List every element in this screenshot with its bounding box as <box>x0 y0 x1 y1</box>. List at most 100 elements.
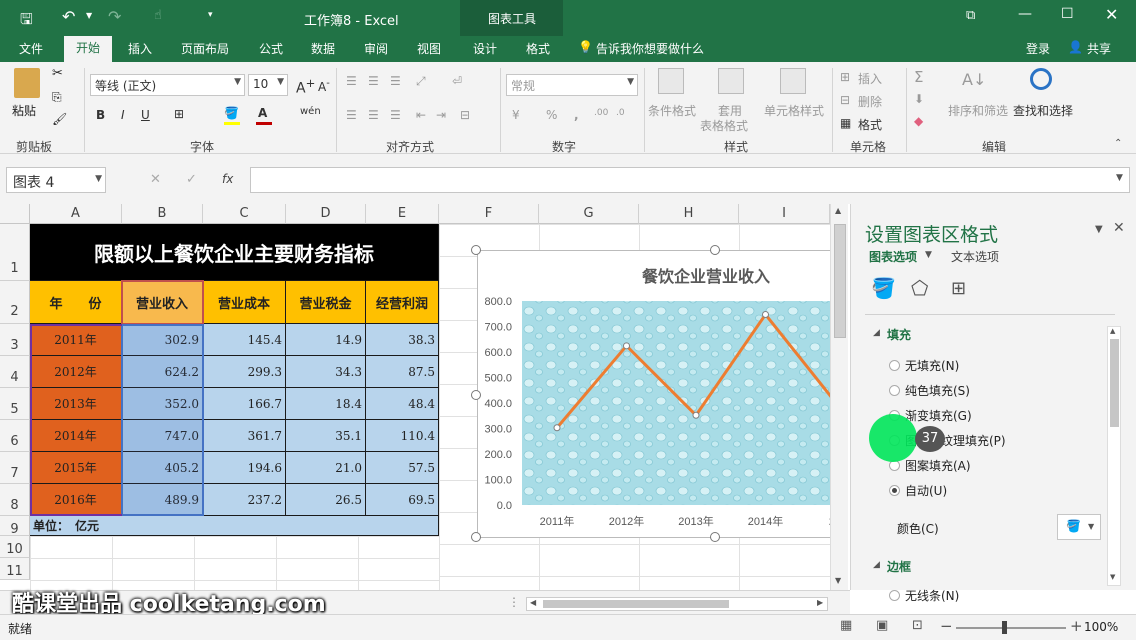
scroll-left-icon[interactable]: ◀ <box>530 598 536 607</box>
ribbon-display-icon[interactable]: ⧉ <box>966 8 975 23</box>
collapse-ribbon-icon[interactable]: ⌃ <box>1114 138 1122 149</box>
cell-tax[interactable]: 18.4 <box>286 388 366 420</box>
find-select-button[interactable]: 查找和选择 <box>1013 102 1073 119</box>
normal-view-icon[interactable]: ▦ <box>840 618 852 633</box>
collapse-icon[interactable]: ◢ <box>873 328 880 338</box>
row-header[interactable]: 2 <box>0 281 30 324</box>
header-year[interactable]: 年 份 <box>30 281 122 324</box>
save-icon[interactable]: 🖫 <box>20 9 33 34</box>
align-bottom-icon[interactable]: ☰ <box>390 74 401 88</box>
zoom-slider-track[interactable] <box>956 627 1066 629</box>
find-select-icon[interactable] <box>1030 68 1052 90</box>
row-header[interactable]: 7 <box>0 452 30 484</box>
tab-chart-options[interactable]: 图表选项 <box>869 248 917 265</box>
tab-home[interactable]: 开始 <box>64 36 112 62</box>
comma-icon[interactable]: , <box>574 108 579 122</box>
data-point[interactable] <box>553 424 561 432</box>
scroll-thumb[interactable] <box>1110 339 1119 427</box>
column-header[interactable]: B <box>122 204 203 224</box>
increase-decimal-icon[interactable]: .00 <box>594 108 608 118</box>
sort-filter-button[interactable]: 排序和筛选 <box>948 102 1008 119</box>
resize-handle[interactable] <box>471 532 481 542</box>
tab-review[interactable]: 审阅 <box>364 40 388 57</box>
cell-cost[interactable]: 194.6 <box>203 452 286 484</box>
cell-profit[interactable]: 38.3 <box>366 324 439 356</box>
zoom-in-icon[interactable]: + <box>1070 617 1083 635</box>
insert-function-icon[interactable]: fx <box>222 172 233 186</box>
data-point[interactable] <box>692 411 700 419</box>
unit-note[interactable]: 单位： 亿元 <box>30 516 439 536</box>
page-break-icon[interactable]: ⊡ <box>912 618 923 633</box>
cell-cost[interactable]: 299.3 <box>203 356 286 388</box>
tab-design[interactable]: 设计 <box>473 40 497 57</box>
option-gradient-fill[interactable]: 渐变填充(G) <box>905 407 972 424</box>
row-header[interactable]: 8 <box>0 484 30 516</box>
row-header[interactable]: 10 <box>0 536 30 558</box>
phonetic-icon[interactable]: wén <box>300 106 321 117</box>
row-header[interactable]: 1 <box>0 224 30 281</box>
cell-tax[interactable]: 14.9 <box>286 324 366 356</box>
format-cells-icon[interactable]: ▦ <box>840 116 851 130</box>
row-header[interactable]: 4 <box>0 356 30 388</box>
copy-icon[interactable]: ⎘ <box>52 90 62 105</box>
undo-icon[interactable]: ↶ <box>62 7 75 26</box>
color-picker-button[interactable]: 🪣 ▼ <box>1057 514 1101 540</box>
cell-profit[interactable]: 69.5 <box>366 484 439 516</box>
bold-button[interactable]: B <box>96 108 105 122</box>
cell-profit[interactable]: 110.4 <box>366 420 439 452</box>
pane-close-icon[interactable]: ✕ <box>1113 220 1125 236</box>
row-header[interactable]: 6 <box>0 420 30 452</box>
column-header[interactable]: E <box>366 204 439 224</box>
merge-icon[interactable]: ⊟ <box>460 108 470 122</box>
maximize-icon[interactable]: ☐ <box>1061 6 1074 22</box>
share-button[interactable]: 共享 <box>1087 40 1111 57</box>
column-header[interactable]: C <box>203 204 286 224</box>
column-header[interactable]: F <box>439 204 539 224</box>
column-header[interactable]: H <box>639 204 739 224</box>
option-automatic[interactable]: 自动(U) <box>905 482 947 499</box>
font-name-combo[interactable]: 等线 (正文) ▼ <box>90 74 245 96</box>
delete-cells-button[interactable]: 删除 <box>858 93 882 110</box>
option-no-line[interactable]: 无线条(N) <box>905 587 959 604</box>
cell-profit[interactable]: 57.5 <box>366 452 439 484</box>
cell-cost[interactable]: 166.7 <box>203 388 286 420</box>
align-top-icon[interactable]: ☰ <box>346 74 357 88</box>
column-header[interactable]: I <box>739 204 830 224</box>
cancel-icon[interactable]: ✕ <box>150 172 161 187</box>
fill-line-icon[interactable]: 🪣 <box>871 276 896 300</box>
format-painter-icon[interactable]: 🖌 <box>52 112 67 126</box>
worksheet[interactable]: A B C D E F G H I 1 2 3 4 5 6 7 8 9 10 1… <box>0 204 850 590</box>
zoom-level[interactable]: 100% <box>1084 620 1118 634</box>
size-properties-icon[interactable]: ⊞ <box>951 278 966 299</box>
radio-no-line[interactable] <box>889 590 900 601</box>
fill-color-icon[interactable]: 🪣 <box>224 106 239 120</box>
italic-button[interactable]: I <box>121 108 125 122</box>
align-center-icon[interactable]: ☰ <box>368 108 379 122</box>
tell-me-box[interactable]: 告诉我你想要做什么 <box>596 40 704 57</box>
tab-format[interactable]: 格式 <box>526 40 550 57</box>
scroll-down-icon[interactable]: ▼ <box>835 576 841 585</box>
table-format-icon[interactable] <box>718 68 744 94</box>
option-no-fill[interactable]: 无填充(N) <box>905 357 959 374</box>
column-header[interactable]: D <box>286 204 366 224</box>
number-format-combo[interactable]: 常规 ▼ <box>506 74 638 96</box>
conditional-format-button[interactable]: 条件格式 <box>648 102 696 119</box>
cell-tax[interactable]: 21.0 <box>286 452 366 484</box>
cell-tax[interactable]: 35.1 <box>286 420 366 452</box>
tab-scroll-dots-icon[interactable]: ⋮ <box>508 595 520 609</box>
cell-style-button[interactable]: 单元格样式 <box>764 102 824 119</box>
minimize-icon[interactable]: — <box>1018 6 1032 22</box>
row-header[interactable]: 3 <box>0 324 30 356</box>
cell-cost[interactable]: 145.4 <box>203 324 286 356</box>
row-header[interactable]: 5 <box>0 388 30 420</box>
collapse-icon[interactable]: ◢ <box>873 560 880 570</box>
formula-input[interactable] <box>250 167 1130 193</box>
fill-section-header[interactable]: 填充 <box>887 326 911 343</box>
tab-insert[interactable]: 插入 <box>128 40 152 57</box>
radio-solid-fill[interactable] <box>889 385 900 396</box>
column-header[interactable]: G <box>539 204 639 224</box>
vertical-scrollbar[interactable]: ▲ ▼ <box>830 204 848 590</box>
touch-mode-icon[interactable]: ☝ <box>154 8 162 23</box>
radio-no-fill[interactable] <box>889 360 900 371</box>
expand-formula-icon[interactable]: ▼ <box>1116 173 1123 183</box>
